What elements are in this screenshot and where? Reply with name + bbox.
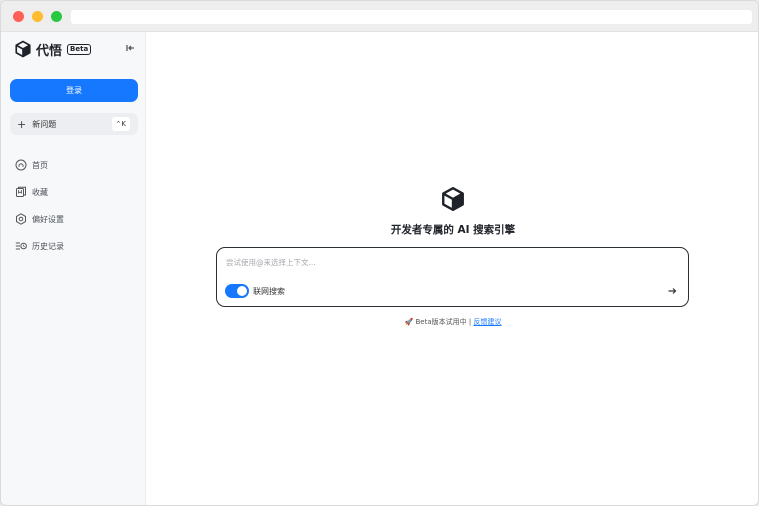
sidebar-item-label: 收藏	[32, 187, 48, 197]
beta-badge: Beta	[67, 43, 92, 55]
beta-notice: 🚀 Beta版本试用中 | 反馈建议	[146, 317, 758, 327]
feedback-link[interactable]: 反馈建议	[473, 318, 501, 326]
cube-logo-icon	[442, 186, 464, 212]
toggle-knob	[237, 286, 247, 296]
main-content: 开发者专属的 AI 搜索引擎 联网搜索 🚀 Beta版本试用中 | 反馈建议	[146, 32, 758, 505]
new-question-button[interactable]: + 新问题 ⌃K	[10, 113, 138, 135]
web-search-toggle[interactable]	[225, 284, 249, 298]
address-bar[interactable]	[71, 10, 752, 24]
brand[interactable]: 代悟 Beta	[14, 39, 92, 59]
search-box: 联网搜索	[216, 247, 689, 307]
beta-notice-text: Beta版本试用中 |	[415, 318, 472, 326]
sidebar-item-bookmarks[interactable]: 收藏	[15, 185, 48, 199]
window-titlebar	[1, 1, 758, 32]
sidebar-item-label: 首页	[32, 160, 48, 170]
sidebar-item-history[interactable]: 历史记录	[15, 239, 64, 253]
history-icon	[15, 242, 27, 250]
page-title: 开发者专属的 AI 搜索引擎	[390, 224, 516, 236]
plus-icon: +	[17, 117, 27, 131]
collapse-sidebar-icon[interactable]	[124, 42, 136, 54]
maximize-window-button[interactable]	[51, 11, 62, 22]
settings-icon	[16, 213, 26, 225]
minimize-window-button[interactable]	[32, 11, 43, 22]
cube-logo-icon	[15, 40, 31, 58]
new-question-label: 新问题	[32, 119, 57, 129]
sidebar-item-label: 偏好设置	[32, 214, 64, 224]
login-button[interactable]: 登录	[10, 79, 138, 102]
sidebar-item-home[interactable]: 首页	[15, 158, 48, 172]
bookmark-icon	[16, 186, 26, 197]
brand-name: 代悟	[36, 43, 63, 59]
rocket-icon: 🚀	[404, 318, 414, 326]
browser-window: 代悟 Beta 登录 + 新问题 ⌃K 首页 收藏 偏好设置 历史记录 开发者专…	[0, 0, 759, 506]
search-input[interactable]	[226, 255, 666, 269]
sidebar-item-preferences[interactable]: 偏好设置	[15, 212, 64, 226]
shortcut-badge: ⌃K	[111, 117, 130, 131]
web-search-label: 联网搜索	[253, 287, 285, 296]
home-icon	[15, 159, 27, 171]
sidebar-item-label: 历史记录	[32, 241, 64, 251]
sidebar: 代悟 Beta 登录 + 新问题 ⌃K 首页 收藏 偏好设置 历史记录	[1, 32, 146, 505]
close-window-button[interactable]	[13, 11, 24, 22]
arrow-right-icon[interactable]	[667, 286, 677, 296]
